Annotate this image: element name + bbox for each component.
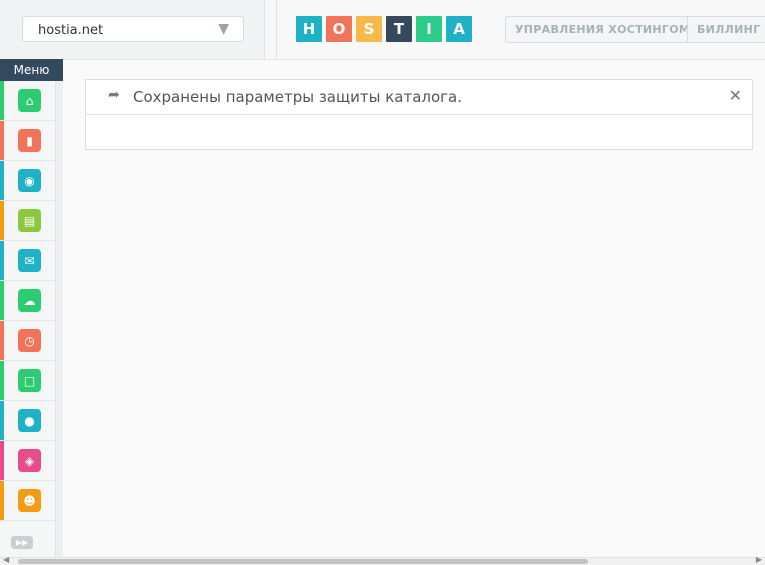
domain-area: hostia.net ▼ — [0, 0, 265, 59]
sidebar-item-database[interactable]: ▤ — [0, 201, 55, 241]
sidebar-accent — [0, 321, 4, 360]
logo-letter-i: I — [416, 16, 442, 42]
logo-letter-a: A — [446, 16, 472, 42]
logo-letter-t: T — [386, 16, 412, 42]
sidebar-item-calendar[interactable]: □ — [0, 361, 55, 401]
sidebar-item-folder[interactable]: ▮ — [0, 121, 55, 161]
chevron-down-icon: ▼ — [218, 21, 229, 37]
logo-letter-o: O — [326, 16, 352, 42]
folder-icon: ▮ — [18, 129, 41, 152]
logo-letter-s: S — [356, 16, 382, 42]
sidebar-accent — [0, 281, 4, 320]
sidebar: ⌂ ▮ ◉ ▤ ✉ ☁ ◷ □ ● ◈ ☻ — [0, 81, 55, 557]
scroll-right-icon[interactable]: ▶ — [756, 555, 762, 564]
horizontal-scrollbar[interactable]: ◀ ▶ — [0, 555, 765, 565]
clock-icon: ◷ — [18, 329, 41, 352]
user-gear-icon: ☻ — [18, 489, 41, 512]
top-bar: hostia.net ▼ HOSTIA УПРАВЛЕНИЯ ХОСТИНГОМ… — [0, 0, 765, 60]
shield-icon: ◈ — [18, 449, 41, 472]
divider — [276, 0, 277, 59]
sidebar-item-mail[interactable]: ✉ — [0, 241, 55, 281]
notification-message: Сохранены параметры защиты каталога. — [133, 88, 463, 106]
domain-select-value: hostia.net — [38, 23, 104, 38]
nav-hosting-management-button[interactable]: УПРАВЛЕНИЯ ХОСТИНГОМ — [505, 16, 701, 43]
home-icon: ⌂ — [18, 89, 41, 112]
sidebar-accent — [0, 361, 4, 400]
hostia-logo[interactable]: HOSTIA — [296, 16, 472, 42]
sidebar-accent — [0, 81, 4, 120]
sidebar-accent — [0, 201, 4, 240]
logo-letter-h: H — [296, 16, 322, 42]
sidebar-accent — [0, 241, 4, 280]
php-icon: ● — [18, 409, 41, 432]
sidebar-item-home[interactable]: ⌂ — [0, 81, 55, 121]
sidebar-accent — [0, 161, 4, 200]
sidebar-item-shield[interactable]: ◈ — [0, 441, 55, 481]
sidebar-item-php[interactable]: ● — [0, 401, 55, 441]
mail-icon: ✉ — [18, 249, 41, 272]
ftp-icon: ☁ — [18, 289, 41, 312]
menu-label[interactable]: Меню — [0, 59, 63, 81]
notification-panel: ➦ Сохранены параметры защиты каталога. ✕ — [85, 79, 753, 150]
sidebar-item-www-globe[interactable]: ◉ — [0, 161, 55, 201]
calendar-icon: □ — [18, 369, 41, 392]
share-arrow-icon: ➦ — [108, 87, 120, 103]
expand-sidebar-icon[interactable]: ▶▶ — [11, 536, 33, 549]
sidebar-accent — [0, 441, 4, 480]
sidebar-accent — [0, 401, 4, 440]
database-icon: ▤ — [18, 209, 41, 232]
scroll-left-icon[interactable]: ◀ — [3, 555, 9, 564]
www-globe-icon: ◉ — [18, 169, 41, 192]
notification-header: ➦ Сохранены параметры защиты каталога. ✕ — [86, 80, 752, 115]
nav-billing-button[interactable]: БИЛЛИНГ П — [687, 16, 765, 43]
close-icon[interactable]: ✕ — [729, 86, 742, 105]
domain-select[interactable]: hostia.net ▼ — [22, 16, 244, 42]
sidebar-item-ftp[interactable]: ☁ — [0, 281, 55, 321]
sidebar-edge — [55, 81, 63, 557]
sidebar-accent — [0, 481, 4, 520]
scrollbar-thumb[interactable] — [18, 559, 588, 564]
sidebar-item-user-gear[interactable]: ☻ — [0, 481, 55, 521]
sidebar-item-clock[interactable]: ◷ — [0, 321, 55, 361]
sidebar-accent — [0, 121, 4, 160]
